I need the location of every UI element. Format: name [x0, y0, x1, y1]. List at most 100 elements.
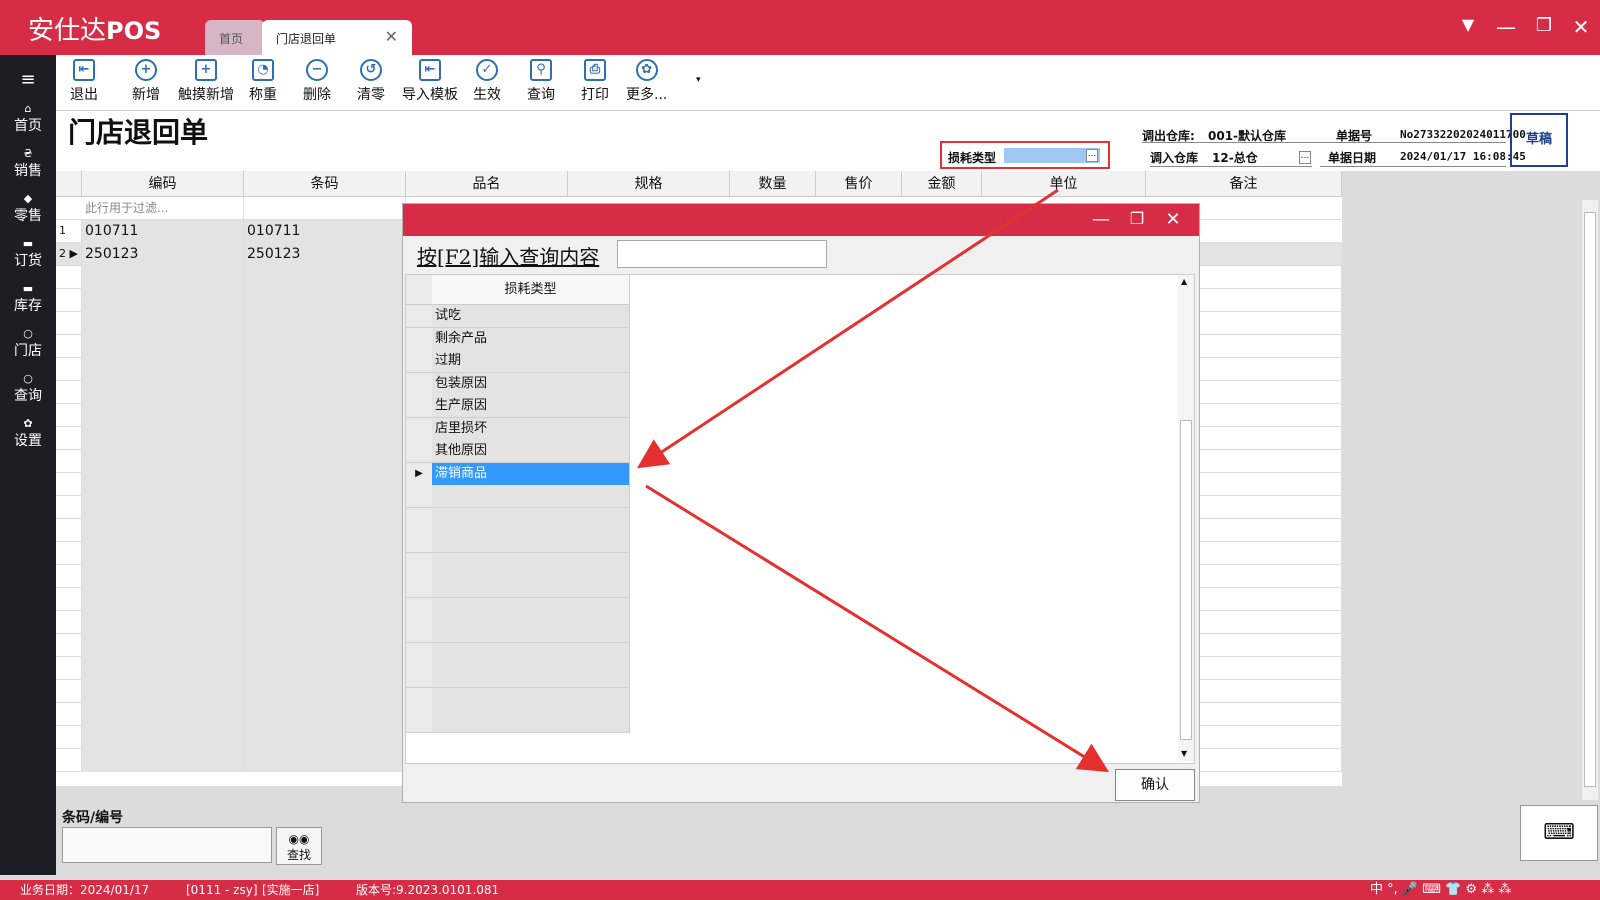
- list-item-label[interactable]: 包装原因: [432, 372, 630, 396]
- empty-cell[interactable]: [82, 634, 244, 657]
- empty-cell[interactable]: [56, 519, 82, 542]
- empty-cell[interactable]: [244, 473, 406, 496]
- empty-list-row[interactable]: [406, 710, 632, 733]
- empty-list-row[interactable]: [406, 620, 632, 643]
- dialog-restore-button[interactable]: ❐: [1125, 209, 1149, 228]
- list-item-label[interactable]: [432, 575, 630, 598]
- restore-button[interactable]: ❐: [1532, 15, 1556, 36]
- empty-cell[interactable]: [56, 749, 82, 772]
- list-item[interactable]: 其他原因: [406, 440, 632, 463]
- list-item-label[interactable]: [432, 642, 630, 666]
- empty-cell[interactable]: [56, 565, 82, 588]
- empty-cell[interactable]: [82, 450, 244, 473]
- col-header-remark[interactable]: 备注: [1146, 171, 1342, 197]
- empty-cell[interactable]: [56, 450, 82, 473]
- empty-cell[interactable]: [244, 404, 406, 427]
- empty-cell[interactable]: [82, 266, 244, 289]
- empty-cell[interactable]: [82, 312, 244, 335]
- list-item-label[interactable]: 其他原因: [432, 440, 630, 463]
- empty-cell[interactable]: [56, 266, 82, 289]
- empty-cell[interactable]: [244, 657, 406, 680]
- in-warehouse-picker-icon[interactable]: ...: [1299, 151, 1311, 164]
- scroll-up-icon[interactable]: ▲: [1181, 277, 1187, 286]
- nav-item-store[interactable]: ○ 门店: [0, 328, 56, 360]
- empty-cell[interactable]: [82, 542, 244, 565]
- dialog-minimize-button[interactable]: —: [1089, 209, 1113, 230]
- filter-cell[interactable]: [244, 197, 406, 220]
- find-button[interactable]: ◉◉ 查找: [276, 827, 322, 865]
- list-item-label[interactable]: [432, 507, 630, 531]
- empty-cell[interactable]: [56, 358, 82, 381]
- empty-cell[interactable]: [56, 404, 82, 427]
- empty-cell[interactable]: [82, 680, 244, 703]
- empty-cell[interactable]: [56, 312, 82, 335]
- list-item-label[interactable]: 剩余产品: [432, 327, 630, 351]
- empty-cell[interactable]: [82, 519, 244, 542]
- empty-cell[interactable]: [56, 427, 82, 450]
- empty-cell[interactable]: [82, 657, 244, 680]
- empty-cell[interactable]: [244, 519, 406, 542]
- empty-cell[interactable]: [244, 611, 406, 634]
- empty-cell[interactable]: [82, 611, 244, 634]
- list-item[interactable]: 试吃: [406, 305, 632, 328]
- empty-cell[interactable]: [82, 473, 244, 496]
- list-item-label[interactable]: [432, 620, 630, 643]
- more-button[interactable]: ✿ 更多...: [626, 59, 667, 104]
- empty-cell[interactable]: [82, 749, 244, 772]
- list-item-label[interactable]: 过期: [432, 350, 630, 373]
- empty-list-row[interactable]: [406, 642, 632, 666]
- empty-cell[interactable]: [244, 749, 406, 772]
- list-item[interactable]: 生产原因: [406, 395, 632, 418]
- clear-button[interactable]: ↺ 清零: [357, 59, 385, 104]
- cell-code[interactable]: 250123: [82, 243, 244, 266]
- empty-cell[interactable]: [56, 588, 82, 611]
- list-item-label[interactable]: [432, 687, 630, 711]
- cell-barcode[interactable]: 250123: [244, 243, 406, 266]
- tab-home[interactable]: 首页: [205, 20, 265, 55]
- empty-cell[interactable]: [244, 312, 406, 335]
- empty-cell[interactable]: [244, 381, 406, 404]
- empty-cell[interactable]: [56, 542, 82, 565]
- empty-cell[interactable]: [82, 565, 244, 588]
- empty-list-row[interactable]: [406, 552, 632, 576]
- empty-cell[interactable]: [244, 450, 406, 473]
- empty-cell[interactable]: [82, 703, 244, 726]
- in-warehouse-field[interactable]: 12-总仓: [1212, 149, 1258, 166]
- barcode-input[interactable]: [62, 827, 272, 863]
- more-dropdown-icon[interactable]: ▾: [696, 75, 701, 85]
- col-header-name[interactable]: 品名: [406, 171, 568, 197]
- dropdown-icon[interactable]: ▼: [1456, 15, 1480, 34]
- minimize-button[interactable]: —: [1494, 15, 1518, 39]
- list-item[interactable]: ▶ 滞销商品: [406, 462, 632, 486]
- filter-cell[interactable]: 此行用于过滤...: [82, 197, 244, 220]
- empty-cell[interactable]: [82, 289, 244, 312]
- empty-cell[interactable]: [56, 634, 82, 657]
- list-item[interactable]: 剩余产品: [406, 327, 632, 351]
- empty-cell[interactable]: [56, 703, 82, 726]
- touch-add-button[interactable]: + 触摸新增: [178, 59, 234, 104]
- empty-cell[interactable]: [244, 358, 406, 381]
- dialog-search-input[interactable]: [617, 240, 827, 268]
- empty-cell[interactable]: [244, 542, 406, 565]
- list-item[interactable]: 店里损坏: [406, 417, 632, 441]
- empty-cell[interactable]: [244, 565, 406, 588]
- empty-cell[interactable]: [244, 427, 406, 450]
- close-tab-icon[interactable]: ✕: [385, 27, 398, 46]
- query-button[interactable]: ⚲ 查询: [527, 59, 555, 104]
- empty-cell[interactable]: [82, 427, 244, 450]
- list-item-label[interactable]: 店里损坏: [432, 417, 630, 441]
- col-header-code[interactable]: 编码: [82, 171, 244, 197]
- empty-list-row[interactable]: [406, 575, 632, 598]
- add-button[interactable]: + 新增: [132, 59, 160, 104]
- empty-cell[interactable]: [82, 381, 244, 404]
- empty-list-row[interactable]: [406, 485, 632, 508]
- empty-cell[interactable]: [56, 611, 82, 634]
- empty-list-row[interactable]: [406, 507, 632, 531]
- col-header-spec[interactable]: 规格: [568, 171, 730, 197]
- list-item-label[interactable]: 生产原因: [432, 395, 630, 418]
- nav-item-home[interactable]: ⌂ 首页: [0, 103, 56, 135]
- col-header-amount[interactable]: 金额: [902, 171, 982, 197]
- col-header-qty[interactable]: 数量: [730, 171, 816, 197]
- empty-cell[interactable]: [56, 726, 82, 749]
- list-item-label[interactable]: [432, 552, 630, 576]
